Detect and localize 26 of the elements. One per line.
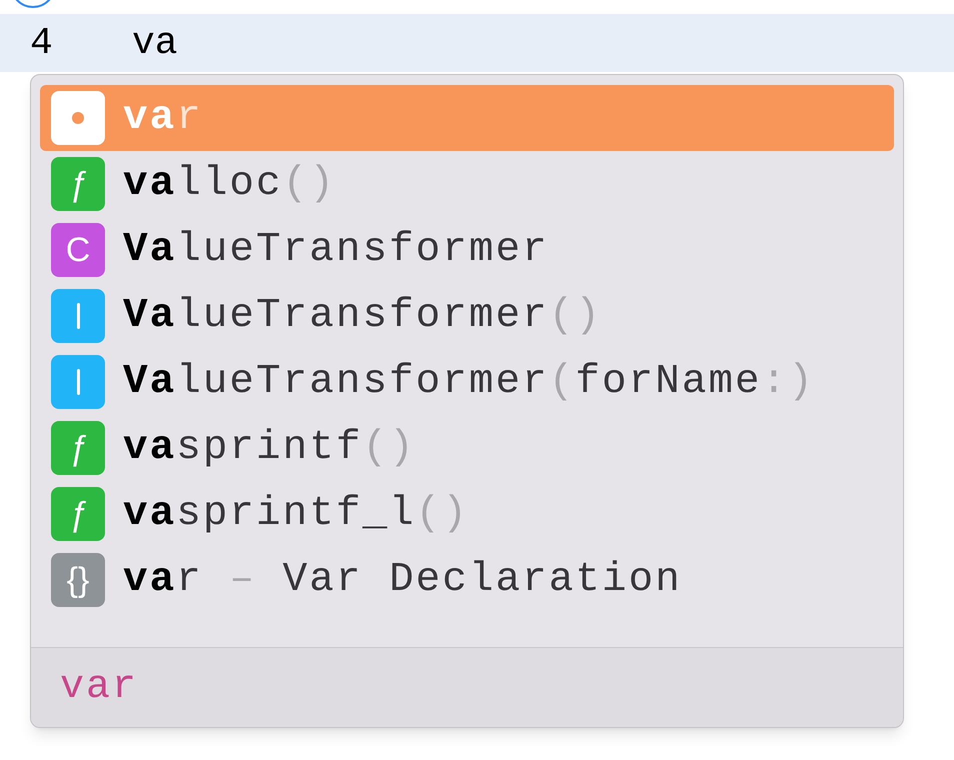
completion-text: var – Var Declaration <box>123 560 682 600</box>
completion-item[interactable]: {} var – Var Declaration <box>40 547 894 613</box>
completion-item[interactable]: ValueTransformer(forName:) <box>40 349 894 415</box>
completion-text: vasprintf() <box>123 428 416 468</box>
initializer-icon <box>51 289 105 343</box>
function-icon: ƒ <box>51 157 105 211</box>
function-icon: ƒ <box>51 421 105 475</box>
signature-text: var <box>60 664 138 712</box>
completion-item[interactable]: C ValueTransformer <box>40 217 894 283</box>
completion-text: vasprintf_l() <box>123 494 469 534</box>
completion-item[interactable]: ƒ valloc() <box>40 151 894 217</box>
completion-item[interactable]: ƒ vasprintf() <box>40 415 894 481</box>
initializer-icon <box>51 355 105 409</box>
code-text: va <box>132 20 178 66</box>
completion-text: valloc() <box>123 164 336 204</box>
completion-text: var <box>123 98 203 138</box>
class-icon: C <box>51 223 105 277</box>
completion-item[interactable]: ValueTransformer() <box>40 283 894 349</box>
completion-item[interactable]: ƒ vasprintf_l() <box>40 481 894 547</box>
snippet-icon: {} <box>51 553 105 607</box>
function-icon: ƒ <box>51 487 105 541</box>
completion-text: ValueTransformer <box>123 230 549 270</box>
completion-text: ValueTransformer() <box>123 296 602 336</box>
variable-icon <box>51 91 105 145</box>
line-number: 4 <box>30 20 54 66</box>
completion-text: ValueTransformer(forName:) <box>123 362 815 402</box>
